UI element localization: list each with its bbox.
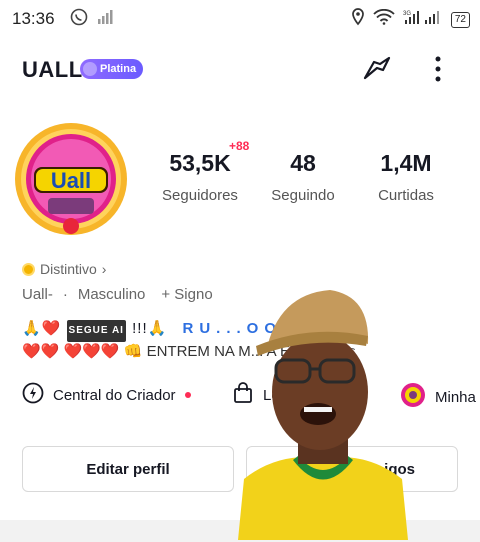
whatsapp-icon xyxy=(70,8,88,31)
badge-icon xyxy=(83,62,97,76)
avatar[interactable]: Uall xyxy=(14,122,132,240)
bio-hearts: ❤️❤️ ❤️❤️❤️ xyxy=(22,343,120,360)
meta-gender: Masculino xyxy=(77,286,146,303)
status-time: 13:36 xyxy=(12,9,55,28)
stat-likes[interactable]: 1,4M Curtidas xyxy=(351,150,461,204)
creator-center-link[interactable]: Central do Criador xyxy=(22,382,191,408)
my-link-label: Minha xyxy=(435,388,476,406)
stat-followers[interactable]: 53,5K +88 Seguidores xyxy=(145,139,255,204)
following-label: Seguindo xyxy=(271,187,335,204)
location-icon xyxy=(351,8,365,31)
bio-boxed-text: SEGUE AI xyxy=(66,320,126,342)
profile-header: UALL Platina xyxy=(0,50,480,88)
notification-dot xyxy=(184,392,191,398)
signal-off-icon xyxy=(96,9,114,30)
bio-mid: !!!🙏 xyxy=(132,320,168,337)
meta-separator: · xyxy=(62,286,68,303)
lightning-icon xyxy=(22,382,44,408)
followers-increment: +88 xyxy=(229,139,250,153)
status-bar: 13:36 3G 72 xyxy=(0,0,480,36)
chevron-right-icon: › xyxy=(101,261,107,277)
more-options-icon[interactable] xyxy=(428,52,448,91)
svg-text:3G: 3G xyxy=(403,11,411,17)
distintivo-label: Distintivo xyxy=(40,261,97,277)
stat-following[interactable]: 48 Seguindo xyxy=(248,150,358,204)
wifi-icon xyxy=(373,8,395,30)
likes-label: Curtidas xyxy=(378,187,434,204)
followers-label: Seguidores xyxy=(162,187,238,204)
meta-sign[interactable]: + Signo xyxy=(161,286,212,303)
coin-icon xyxy=(22,262,35,276)
signal-icon: 3G xyxy=(403,9,443,30)
share-icon[interactable] xyxy=(360,52,394,91)
edit-profile-button[interactable]: Editar perfil xyxy=(22,446,234,492)
bio-prefix: 🙏❤️ xyxy=(22,320,62,337)
avatar-label: Uall xyxy=(50,168,92,193)
following-count: 48 xyxy=(290,150,316,176)
profile-stats: 53,5K +88 Seguidores 48 Seguindo 1,4M Cu… xyxy=(150,139,461,220)
followers-count: 53,5K xyxy=(169,150,231,176)
my-link[interactable]: Minha xyxy=(400,382,476,412)
battery-indicator: 72 xyxy=(450,11,470,28)
distintivo-link[interactable]: Distintivo › xyxy=(22,261,106,277)
profile-meta: Uall- · Masculino + Signo xyxy=(22,286,213,303)
person-overlay-image xyxy=(238,274,408,540)
likes-count: 1,4M xyxy=(380,150,432,176)
creator-center-label: Central do Criador xyxy=(53,386,176,404)
tier-badge-label: Platina xyxy=(100,63,137,75)
profile-username[interactable]: UALL xyxy=(22,57,83,83)
tier-badge[interactable]: Platina xyxy=(80,59,144,79)
meta-name: Uall- xyxy=(22,286,53,303)
